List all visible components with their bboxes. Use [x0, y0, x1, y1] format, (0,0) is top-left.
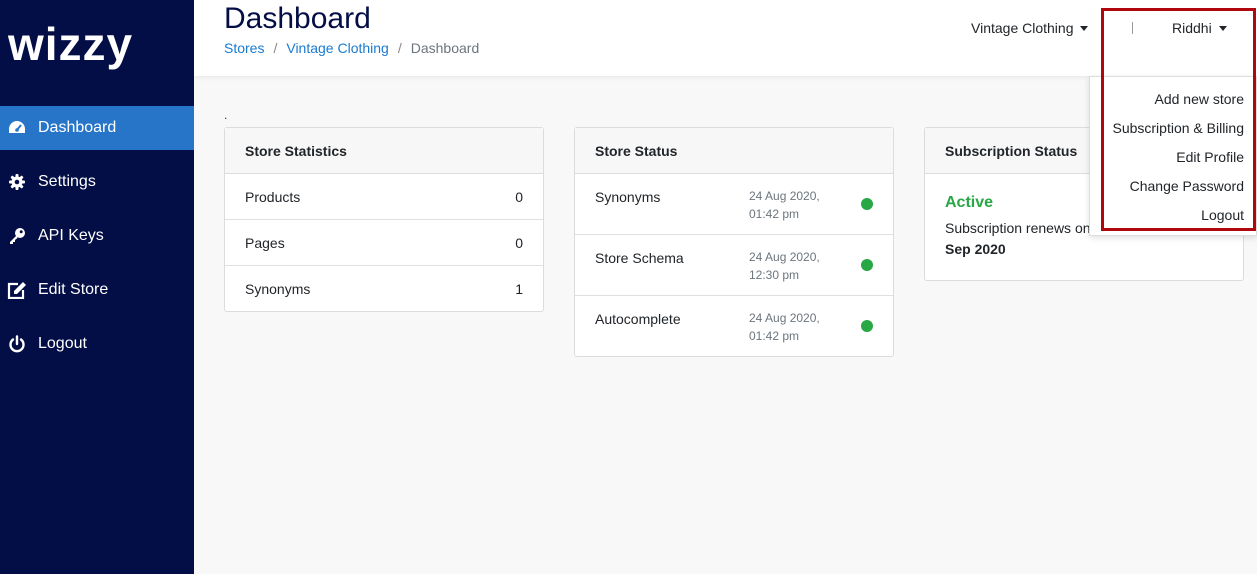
top-header: Dashboard Stores / Vintage Clothing / Da… — [194, 0, 1257, 76]
stat-label: Pages — [245, 234, 285, 251]
status-label: Store Schema — [595, 250, 684, 266]
status-label: Synonyms — [595, 189, 661, 205]
status-timestamp: 24 Aug 2020, 01:42 pm — [749, 187, 839, 223]
status-date: 24 Aug 2020, — [749, 250, 820, 264]
card-title: Store Status — [575, 128, 893, 174]
breadcrumb-separator: / — [397, 40, 402, 56]
user-menu-dropdown[interactable]: Riddhi — [1172, 20, 1227, 36]
menu-item-logout[interactable]: Logout — [1201, 207, 1244, 223]
store-selector-label: Vintage Clothing — [971, 20, 1074, 36]
stray-marker: . — [224, 108, 228, 122]
edit-icon — [7, 280, 27, 300]
stat-label: Products — [245, 188, 301, 205]
store-selector-dropdown[interactable]: Vintage Clothing — [971, 20, 1089, 36]
user-dropdown-menu: Add new store Subscription & Billing Edi… — [1089, 76, 1257, 236]
subscription-renew-date: Sep 2020 — [945, 241, 1006, 257]
page-title: Dashboard — [224, 2, 371, 35]
sidebar-item-logout[interactable]: Logout — [0, 322, 194, 366]
table-row: Synonyms 1 — [225, 266, 543, 312]
card-title: Store Statistics — [225, 128, 543, 174]
breadcrumb-stores[interactable]: Stores — [224, 40, 264, 56]
stat-label: Synonyms — [245, 281, 311, 297]
key-icon — [7, 226, 27, 246]
breadcrumb-separator: / — [273, 40, 278, 56]
status-time: 01:42 pm — [749, 329, 800, 343]
sidebar-item-label: Dashboard — [38, 119, 117, 136]
sidebar-item-settings[interactable]: Settings — [0, 160, 194, 204]
menu-item-change-password[interactable]: Change Password — [1130, 178, 1244, 194]
breadcrumb-store[interactable]: Vintage Clothing — [286, 40, 388, 56]
sidebar-item-dashboard[interactable]: Dashboard — [0, 106, 194, 150]
sidebar-item-label: Settings — [38, 173, 96, 190]
sidebar-item-label: Edit Store — [38, 281, 109, 298]
table-row: Store Schema 24 Aug 2020, 12:30 pm — [575, 235, 893, 296]
store-status-card: Store Status Synonyms 24 Aug 2020, 01:42… — [574, 127, 894, 357]
sidebar-item-label: Logout — [38, 335, 87, 352]
status-time: 12:30 pm — [749, 268, 800, 282]
caret-down-icon — [1218, 25, 1227, 31]
wizzy-logo[interactable]: wizzy — [8, 22, 158, 74]
breadcrumb: Stores / Vintage Clothing / Dashboard — [224, 40, 479, 56]
status-date: 24 Aug 2020, — [749, 311, 820, 325]
sidebar: wizzy Dashboard Settings API Keys Edit S… — [0, 0, 194, 574]
logo-text: wizzy — [8, 22, 133, 70]
table-row: Autocomplete 24 Aug 2020, 01:42 pm — [575, 296, 893, 357]
table-row: Synonyms 24 Aug 2020, 01:42 pm — [575, 174, 893, 235]
status-time: 01:42 pm — [749, 207, 800, 221]
status-date: 24 Aug 2020, — [749, 189, 820, 203]
caret-down-icon — [1080, 25, 1089, 31]
breadcrumb-current: Dashboard — [410, 40, 480, 56]
user-name: Riddhi — [1172, 20, 1212, 36]
speedometer-icon — [7, 118, 27, 138]
stat-value: 0 — [515, 188, 523, 205]
sidebar-item-label: API Keys — [38, 227, 104, 244]
menu-item-add-new-store[interactable]: Add new store — [1155, 91, 1245, 107]
table-row: Products 0 — [225, 174, 543, 220]
menu-item-subscription-billing[interactable]: Subscription & Billing — [1112, 120, 1244, 136]
status-label: Autocomplete — [595, 311, 681, 327]
status-timestamp: 24 Aug 2020, 01:42 pm — [749, 309, 839, 345]
status-indicator-icon — [861, 320, 873, 332]
gear-icon — [7, 172, 27, 192]
stat-value: 1 — [515, 281, 523, 297]
power-icon — [7, 334, 27, 354]
status-indicator-icon — [861, 259, 873, 271]
status-indicator-icon — [861, 198, 873, 210]
sidebar-item-api-keys[interactable]: API Keys — [0, 214, 194, 258]
store-statistics-card: Store Statistics Products 0 Pages 0 Syno… — [224, 127, 544, 312]
stat-value: 0 — [515, 234, 523, 251]
subscription-state: Active — [945, 194, 994, 211]
status-timestamp: 24 Aug 2020, 12:30 pm — [749, 248, 839, 284]
table-row: Pages 0 — [225, 220, 543, 266]
subscription-renew-text: Subscription renews on — [945, 220, 1091, 236]
sidebar-item-edit-store[interactable]: Edit Store — [0, 268, 194, 312]
menu-item-edit-profile[interactable]: Edit Profile — [1176, 149, 1244, 165]
header-divider — [1132, 22, 1133, 34]
